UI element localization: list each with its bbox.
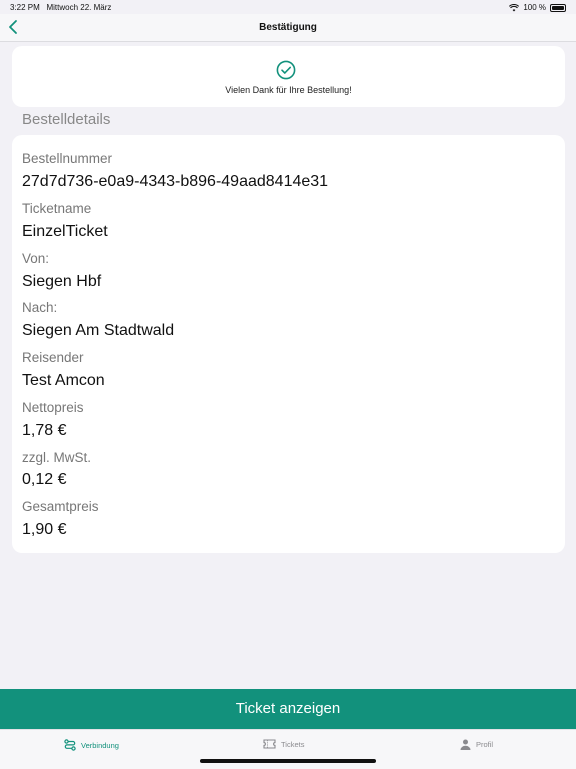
battery-percent: 100 % bbox=[523, 3, 546, 12]
status-date: Mittwoch 22. März bbox=[46, 3, 112, 12]
total-price-value: 1,90 € bbox=[22, 521, 67, 538]
page-title: Bestätigung bbox=[259, 22, 317, 33]
vat-value: 0,12 € bbox=[22, 471, 67, 488]
ticket-name-value: EinzelTicket bbox=[22, 223, 108, 240]
check-circle-icon bbox=[276, 60, 296, 80]
show-ticket-button[interactable]: Ticket anzeigen bbox=[0, 689, 576, 729]
confirmation-message: Vielen Dank für Ihre Bestellung! bbox=[225, 85, 352, 95]
tab-verbindung[interactable]: Verbindung bbox=[64, 739, 119, 751]
status-time-date: 3:22 PM Mittwoch 22. März bbox=[10, 3, 111, 12]
status-bar: 3:22 PM Mittwoch 22. März 100 % bbox=[0, 0, 576, 14]
to-label: Nach: bbox=[22, 300, 58, 315]
net-price-label: Nettopreis bbox=[22, 400, 84, 415]
status-time: 3:22 PM bbox=[10, 3, 40, 12]
order-number-value: 27d7d736-e0a9-4343-b896-49aad8414e31 bbox=[22, 173, 329, 190]
person-icon bbox=[460, 739, 471, 750]
order-details-card bbox=[12, 135, 565, 553]
navigation-bar: Bestätigung bbox=[0, 14, 576, 42]
route-icon bbox=[64, 739, 76, 751]
tab-label-profil: Profil bbox=[476, 740, 494, 749]
from-label: Von: bbox=[22, 251, 50, 266]
vat-label: zzgl. MwSt. bbox=[22, 450, 92, 465]
ticket-icon bbox=[263, 739, 276, 749]
tab-profil[interactable]: Profil bbox=[460, 739, 493, 750]
traveler-label: Reisender bbox=[22, 350, 84, 365]
section-title: Bestelldetails bbox=[22, 111, 111, 128]
status-indicators: 100 % bbox=[509, 3, 566, 12]
net-price-value: 1,78 € bbox=[22, 422, 67, 439]
wifi-icon bbox=[509, 3, 520, 11]
tab-bar: Verbindung Tickets Profil bbox=[0, 729, 576, 769]
tab-tickets[interactable]: Tickets bbox=[263, 739, 304, 749]
home-indicator bbox=[200, 759, 376, 763]
battery-icon bbox=[550, 3, 566, 12]
ticket-name-label: Ticketname bbox=[22, 201, 92, 216]
total-price-label: Gesamtpreis bbox=[22, 499, 99, 514]
tab-label-tickets: Tickets bbox=[281, 739, 305, 749]
to-value: Siegen Am Stadtwald bbox=[22, 322, 175, 339]
traveler-value: Test Amcon bbox=[22, 372, 105, 389]
from-value: Siegen Hbf bbox=[22, 273, 102, 290]
tab-label-verbindung: Verbindung bbox=[81, 740, 119, 750]
order-number-label: Bestellnummer bbox=[22, 151, 113, 166]
